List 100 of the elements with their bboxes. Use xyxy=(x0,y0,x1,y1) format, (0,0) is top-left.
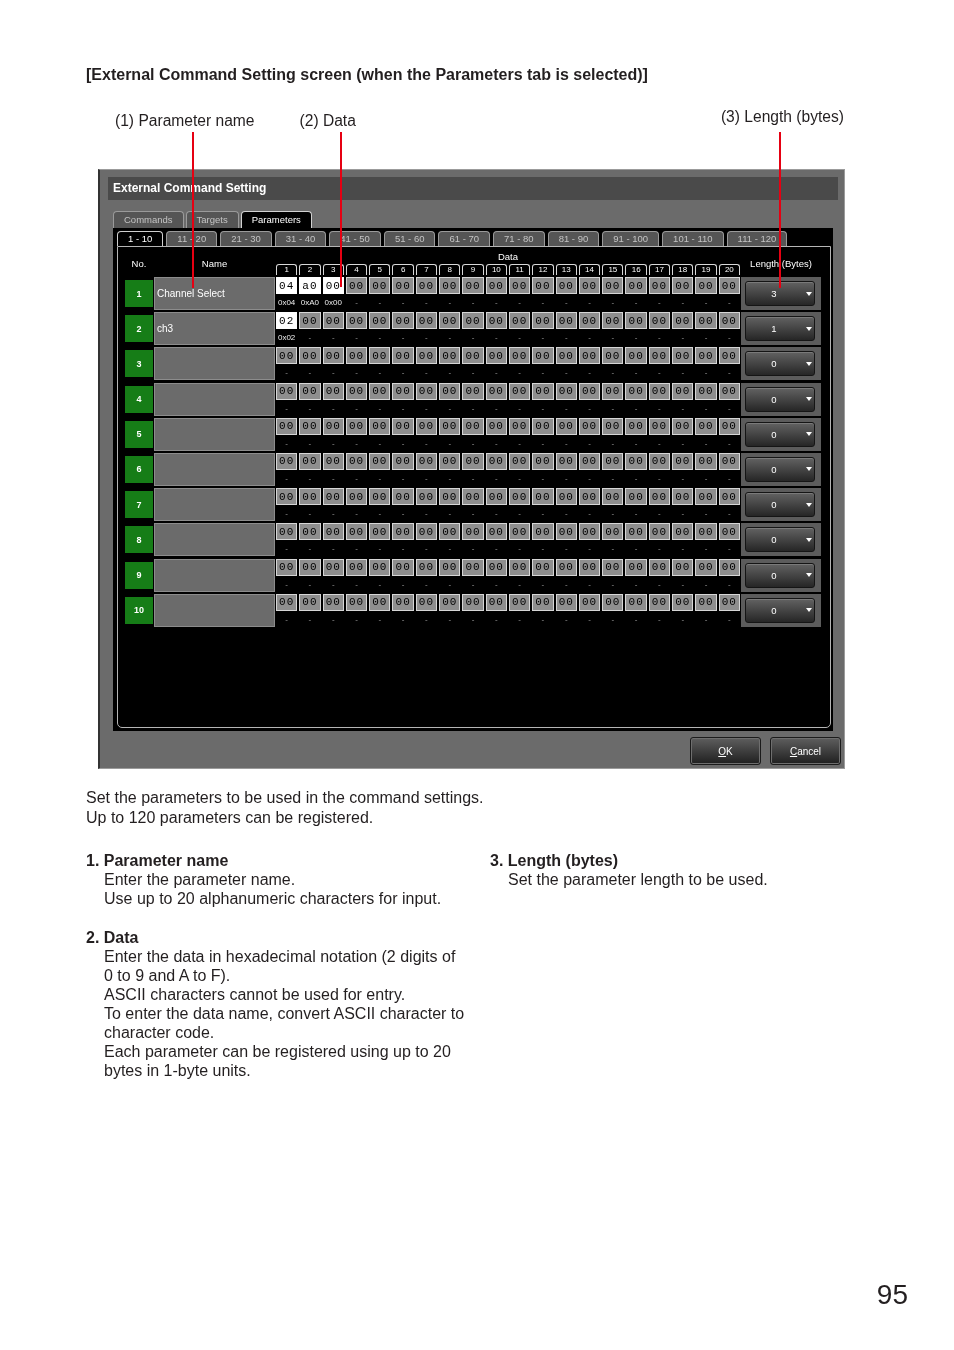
page-tab[interactable]: 81 - 90 xyxy=(547,231,600,246)
byte-field[interactable]: 00 xyxy=(345,558,368,576)
byte-field[interactable]: 00 xyxy=(695,417,717,435)
byte-field[interactable]: 00 xyxy=(625,488,647,506)
length-dropdown[interactable]: 0 xyxy=(745,492,815,518)
byte-field[interactable]: 00 xyxy=(578,523,601,541)
byte-field[interactable]: 00 xyxy=(462,523,484,541)
byte-field[interactable]: 00 xyxy=(602,417,624,435)
byte-field[interactable]: 00 xyxy=(555,523,577,541)
byte-field[interactable]: 00 xyxy=(509,488,531,506)
byte-field[interactable]: a0 xyxy=(299,277,321,294)
byte-field[interactable]: 00 xyxy=(718,382,740,400)
byte-field[interactable]: 00 xyxy=(439,277,461,294)
byte-field[interactable]: 00 xyxy=(555,277,577,294)
byte-field[interactable]: 00 xyxy=(439,382,461,400)
byte-field[interactable]: 00 xyxy=(485,312,507,330)
byte-field[interactable]: 00 xyxy=(485,382,507,400)
byte-field[interactable]: 00 xyxy=(299,558,321,576)
byte-field[interactable]: 00 xyxy=(555,312,577,330)
byte-field[interactable]: 00 xyxy=(648,488,671,506)
byte-field[interactable]: 00 xyxy=(695,452,717,470)
byte-field[interactable]: 00 xyxy=(509,558,531,576)
byte-field[interactable]: 00 xyxy=(345,488,368,506)
byte-field[interactable]: 00 xyxy=(555,382,577,400)
byte-field[interactable]: 00 xyxy=(299,593,321,611)
byte-field[interactable]: 00 xyxy=(718,312,740,330)
page-tab[interactable]: 31 - 40 xyxy=(274,231,327,246)
byte-field[interactable]: 00 xyxy=(555,347,577,365)
byte-field[interactable]: 00 xyxy=(602,488,624,506)
byte-field[interactable]: 00 xyxy=(299,488,321,506)
byte-field[interactable]: 00 xyxy=(648,593,671,611)
byte-field[interactable]: 00 xyxy=(625,593,647,611)
byte-field[interactable]: 00 xyxy=(415,277,438,294)
byte-field[interactable]: 00 xyxy=(718,452,740,470)
byte-field[interactable]: 00 xyxy=(439,558,461,576)
byte-field[interactable]: 00 xyxy=(578,417,601,435)
byte-field[interactable]: 00 xyxy=(322,593,344,611)
byte-field[interactable]: 00 xyxy=(485,558,507,576)
byte-field[interactable]: 00 xyxy=(648,452,671,470)
byte-field[interactable]: 00 xyxy=(485,488,507,506)
byte-field[interactable]: 00 xyxy=(532,312,554,330)
length-dropdown[interactable]: 0 xyxy=(745,597,815,623)
byte-field[interactable]: 00 xyxy=(322,558,344,576)
byte-field[interactable]: 00 xyxy=(648,417,671,435)
byte-field[interactable]: 00 xyxy=(578,452,601,470)
byte-field[interactable]: 00 xyxy=(555,452,577,470)
length-dropdown[interactable]: 0 xyxy=(745,421,815,447)
byte-field[interactable]: 00 xyxy=(648,382,671,400)
byte-field[interactable]: 00 xyxy=(345,523,368,541)
page-tab[interactable]: 61 - 70 xyxy=(438,231,491,246)
byte-field[interactable]: 00 xyxy=(439,488,461,506)
byte-field[interactable]: 00 xyxy=(532,488,554,506)
byte-field[interactable]: 00 xyxy=(578,347,601,365)
byte-field[interactable]: 00 xyxy=(578,558,601,576)
byte-field[interactable]: 00 xyxy=(695,488,717,506)
length-dropdown[interactable]: 0 xyxy=(745,386,815,412)
byte-field[interactable]: 00 xyxy=(718,558,740,576)
length-dropdown[interactable]: 0 xyxy=(745,562,815,588)
byte-field[interactable]: 00 xyxy=(299,382,321,400)
byte-field[interactable]: 00 xyxy=(509,523,531,541)
byte-field[interactable]: 00 xyxy=(439,312,461,330)
byte-field[interactable]: 00 xyxy=(462,593,484,611)
byte-field[interactable]: 00 xyxy=(415,347,438,365)
byte-field[interactable]: 00 xyxy=(345,312,368,330)
byte-field[interactable]: 00 xyxy=(625,523,647,541)
byte-field[interactable]: 00 xyxy=(509,417,531,435)
byte-field[interactable]: 00 xyxy=(532,277,554,294)
byte-field[interactable]: 00 xyxy=(369,452,391,470)
byte-field[interactable]: 00 xyxy=(462,417,484,435)
page-tab[interactable]: 11 - 20 xyxy=(166,231,218,246)
name-field[interactable] xyxy=(154,452,275,486)
byte-field[interactable]: 00 xyxy=(462,277,484,294)
byte-field[interactable]: 00 xyxy=(555,558,577,576)
byte-field[interactable]: 00 xyxy=(578,312,601,330)
tab[interactable]: Targets xyxy=(185,211,239,228)
byte-field[interactable]: 00 xyxy=(509,312,531,330)
byte-field[interactable]: 00 xyxy=(369,558,391,576)
page-tab[interactable]: 111 - 120 xyxy=(726,231,788,246)
byte-field[interactable]: 00 xyxy=(439,347,461,365)
byte-field[interactable]: 00 xyxy=(369,488,391,506)
dialog-button[interactable]: OK xyxy=(690,737,761,765)
byte-field[interactable]: 00 xyxy=(392,558,414,576)
byte-field[interactable]: 00 xyxy=(648,277,671,294)
byte-field[interactable]: 00 xyxy=(276,488,298,506)
byte-field[interactable]: 00 xyxy=(718,347,740,365)
page-tab[interactable]: 71 - 80 xyxy=(493,231,545,246)
byte-field[interactable]: 00 xyxy=(625,277,647,294)
byte-field[interactable]: 00 xyxy=(672,558,694,576)
byte-field[interactable]: 00 xyxy=(415,312,438,330)
byte-field[interactable]: 00 xyxy=(672,347,694,365)
byte-field[interactable]: 00 xyxy=(485,417,507,435)
byte-field[interactable]: 00 xyxy=(345,452,368,470)
byte-field[interactable]: 00 xyxy=(345,277,368,294)
dialog-button[interactable]: Cancel xyxy=(770,737,841,765)
byte-field[interactable]: 00 xyxy=(532,382,554,400)
byte-field[interactable]: 00 xyxy=(648,558,671,576)
byte-field[interactable]: 00 xyxy=(369,417,391,435)
byte-field[interactable]: 00 xyxy=(415,488,438,506)
byte-field[interactable]: 00 xyxy=(462,452,484,470)
byte-field[interactable]: 00 xyxy=(532,347,554,365)
